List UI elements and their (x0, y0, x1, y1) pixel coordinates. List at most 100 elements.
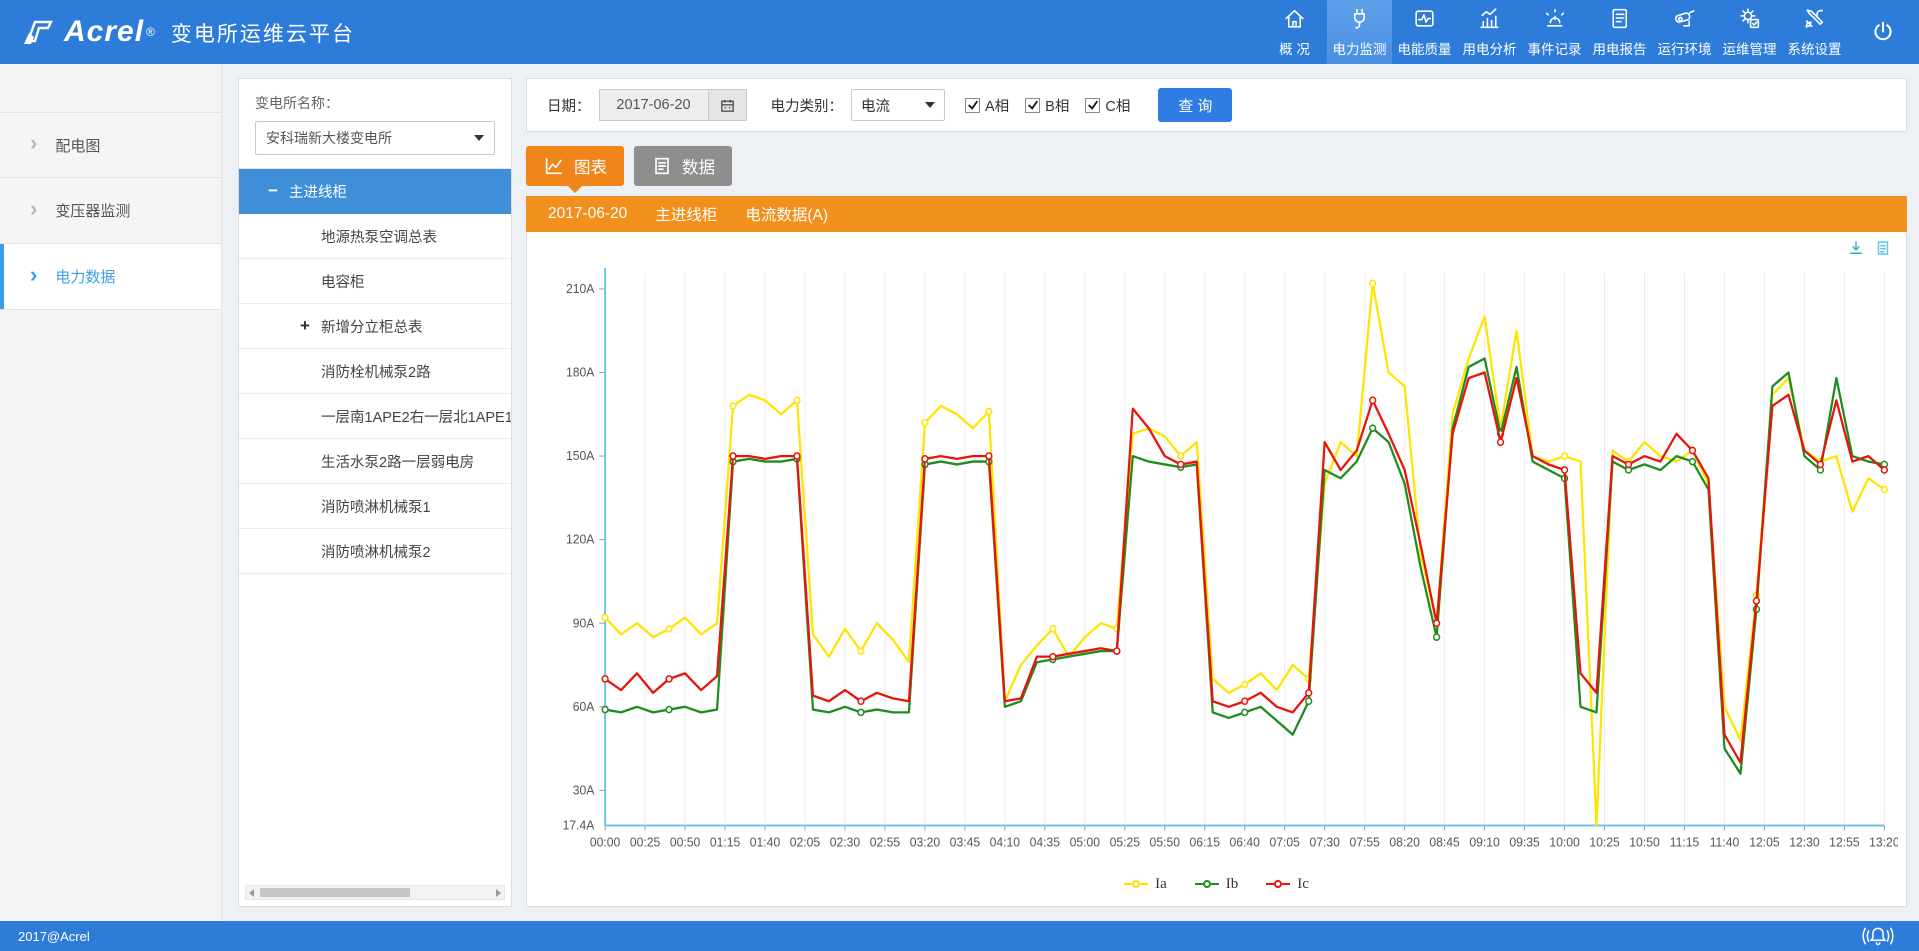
line-chart-icon (543, 155, 565, 177)
view-tabs: 图表 数据 (526, 146, 1907, 186)
nav-item[interactable]: 运行环境 (1652, 0, 1717, 64)
main-content: 日期： 2017-06-20 电力类别： 电流 A相B相C相 查 询 (512, 64, 1919, 921)
tree-node-label: 消防喷淋机械泵1 (321, 496, 431, 517)
svg-text:02:55: 02:55 (870, 836, 901, 850)
svg-text:120A: 120A (566, 532, 595, 546)
tab-chart-label: 图表 (574, 154, 607, 178)
tab-data-label: 数据 (682, 154, 715, 178)
station-name-label: 变电所名称： (255, 93, 495, 113)
calendar-button[interactable] (709, 89, 747, 121)
data-point-Ic (1690, 447, 1696, 453)
chevron-down-icon (474, 135, 484, 141)
station-select[interactable]: 安科瑞新大楼变电所 (255, 121, 495, 155)
logo-registered-mark: ® (146, 25, 155, 39)
data-point-Ic (1498, 439, 1504, 445)
tree-node[interactable]: 消防喷淋机械泵2 (239, 529, 511, 574)
nav-item[interactable]: 系统设置 (1782, 0, 1847, 64)
scroll-left-arrow-icon[interactable] (249, 889, 254, 897)
data-point-Ib (1242, 709, 1248, 715)
sidebar-item[interactable]: ›配电图 (0, 112, 221, 178)
nav-item-label: 运行环境 (1658, 38, 1712, 58)
tree-node[interactable]: 消防栓机械泵2路 (239, 349, 511, 394)
sidebar-item[interactable]: ›变压器监测 (0, 178, 221, 244)
alarm-icon (1542, 6, 1567, 31)
svg-text:08:20: 08:20 (1389, 836, 1420, 850)
tree-node-label: 生活水泵2路一层弱电房 (321, 451, 474, 472)
query-button[interactable]: 查 询 (1158, 88, 1232, 122)
legend-item-Ia[interactable]: Ia (1124, 876, 1167, 893)
phase-checkbox[interactable]: B相 (1025, 95, 1069, 116)
svg-text:07:55: 07:55 (1349, 836, 1380, 850)
notification-bell-button[interactable] (1861, 922, 1895, 950)
expand-plus-icon[interactable]: + (295, 316, 315, 336)
tree-node[interactable]: 一层南1APE2右一层北1APE1左 (239, 394, 511, 439)
tree-node[interactable]: +新增分立柜总表 (239, 304, 511, 349)
sidebar-item[interactable]: ›电力数据 (0, 244, 221, 310)
acrel-logo-icon (20, 17, 56, 47)
export-file-icon[interactable] (1874, 239, 1892, 257)
svg-text:05:25: 05:25 (1110, 836, 1141, 850)
nav-item[interactable]: 用电报告 (1587, 0, 1652, 64)
svg-text:11:15: 11:15 (1670, 836, 1700, 850)
nav-item-label: 电力监测 (1333, 38, 1387, 58)
tree-horizontal-scrollbar[interactable] (245, 885, 505, 900)
data-point-Ic (922, 456, 928, 462)
date-input[interactable]: 2017-06-20 (599, 89, 709, 121)
tree-node[interactable]: 生活水泵2路一层弱电房 (239, 439, 511, 484)
download-icon[interactable] (1847, 239, 1865, 257)
collapse-minus-icon[interactable]: − (263, 181, 283, 201)
tree-node[interactable]: 消防喷淋机械泵1 (239, 484, 511, 529)
tab-chart[interactable]: 图表 (526, 146, 624, 186)
data-point-Ic (1370, 397, 1376, 403)
data-point-Ib (602, 707, 608, 713)
data-point-Ib (858, 709, 864, 715)
data-point-Ic (1242, 698, 1248, 704)
scrollbar-thumb[interactable] (260, 888, 410, 897)
waveform-icon (1412, 6, 1437, 31)
data-point-Ic (858, 698, 864, 704)
tree-node[interactable]: 地源热泵空调总表 (239, 214, 511, 259)
data-point-Ib (1690, 459, 1696, 465)
data-point-Ia (666, 626, 672, 632)
svg-text:10:25: 10:25 (1589, 836, 1620, 850)
nav-item-label: 概 况 (1279, 38, 1310, 58)
nav-item[interactable]: 事件记录 (1522, 0, 1587, 64)
nav-item[interactable]: 概 况 (1262, 0, 1327, 64)
svg-text:12:05: 12:05 (1749, 836, 1780, 850)
nav-item-label: 用电报告 (1593, 38, 1647, 58)
camera-icon (1672, 6, 1697, 31)
svg-text:06:40: 06:40 (1230, 836, 1261, 850)
legend-item-Ib[interactable]: Ib (1195, 876, 1239, 893)
data-point-Ia (1881, 486, 1887, 492)
svg-text:09:10: 09:10 (1469, 836, 1500, 850)
tree-node[interactable]: −主进线柜 (239, 169, 511, 214)
svg-text:10:00: 10:00 (1549, 836, 1580, 850)
logo-text: Acrel (64, 15, 144, 49)
phase-label: A相 (985, 95, 1009, 116)
filter-bar: 日期： 2017-06-20 电力类别： 电流 A相B相C相 查 询 (526, 78, 1907, 132)
svg-text:01:40: 01:40 (750, 836, 781, 850)
tab-data[interactable]: 数据 (634, 146, 732, 186)
sidebar-item-label: 配电图 (55, 135, 100, 156)
phase-checkbox[interactable]: A相 (965, 95, 1009, 116)
scroll-right-arrow-icon[interactable] (496, 889, 501, 897)
data-point-Ia (1050, 626, 1056, 632)
legend-marker-icon (1124, 880, 1148, 888)
phase-checkbox[interactable]: C相 (1085, 95, 1130, 116)
top-header: Acrel ® 变电所运维云平台 概 况 电力监测电能质量用电分析事件记录用电报告… (0, 0, 1919, 64)
checkbox-icon (1085, 98, 1100, 113)
svg-text:08:45: 08:45 (1429, 836, 1460, 850)
tree-node[interactable]: 电容柜 (239, 259, 511, 304)
legend-marker-icon (1266, 880, 1290, 888)
logout-power-button[interactable] (1847, 0, 1919, 64)
brand: Acrel ® 变电所运维云平台 (0, 0, 355, 64)
nav-item[interactable]: 用电分析 (1457, 0, 1522, 64)
device-tree-panel: 变电所名称： 安科瑞新大楼变电所 −主进线柜地源热泵空调总表电容柜+新增分立柜总… (238, 78, 512, 907)
nav-item[interactable]: 电力监测 (1327, 0, 1392, 64)
legend-item-Ic[interactable]: Ic (1266, 876, 1309, 893)
report-icon (1607, 6, 1632, 31)
power-type-select[interactable]: 电流 (851, 89, 945, 121)
nav-item[interactable]: 电能质量 (1392, 0, 1457, 64)
nav-item[interactable]: 运维管理 (1717, 0, 1782, 64)
svg-text:03:20: 03:20 (910, 836, 941, 850)
